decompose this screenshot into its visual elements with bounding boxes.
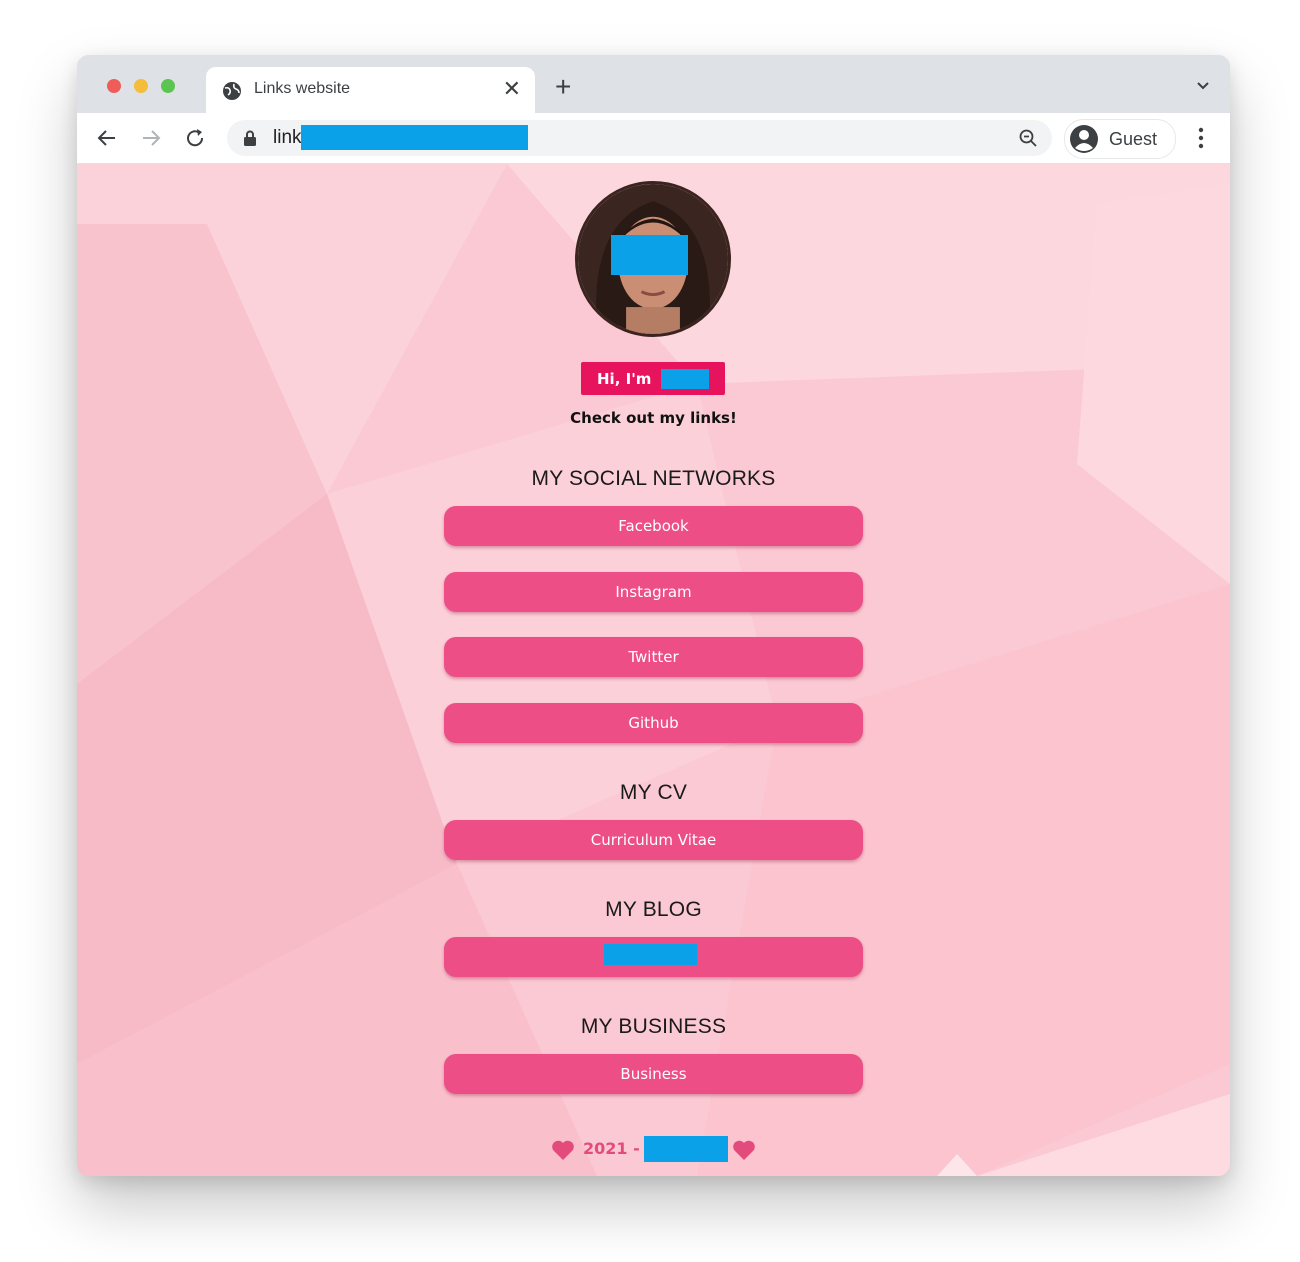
maximize-window-button[interactable] bbox=[161, 79, 175, 93]
url-text: link bbox=[273, 127, 302, 148]
address-bar[interactable]: link bbox=[227, 120, 1052, 156]
more-menu-icon[interactable] bbox=[1198, 127, 1204, 149]
close-tab-icon[interactable]: ✕ bbox=[503, 77, 521, 101]
footer-name-redaction bbox=[644, 1136, 728, 1162]
greeting-text: Hi, I'm bbox=[597, 370, 652, 388]
page-content: Hi, I'm Check out my links! MY SOCIAL NE… bbox=[77, 164, 1230, 1176]
globe-icon bbox=[223, 82, 241, 100]
forward-arrow-icon[interactable] bbox=[140, 127, 162, 149]
profile-button[interactable]: Guest bbox=[1064, 119, 1176, 159]
minimize-window-button[interactable] bbox=[134, 79, 148, 93]
twitter-link-button[interactable]: Twitter bbox=[444, 637, 863, 677]
user-avatar-icon bbox=[1070, 125, 1098, 153]
url-redaction bbox=[301, 125, 528, 150]
new-tab-button[interactable]: + bbox=[555, 73, 571, 101]
browser-toolbar: link Guest bbox=[77, 113, 1230, 164]
heart-icon bbox=[552, 1140, 574, 1160]
zoom-icon[interactable] bbox=[1018, 128, 1038, 148]
footer-year: 2021 - bbox=[583, 1139, 640, 1158]
close-window-button[interactable] bbox=[107, 79, 121, 93]
section-title-blog: MY BLOG bbox=[605, 898, 702, 921]
lock-icon bbox=[244, 130, 256, 146]
tab-title: Links website bbox=[254, 80, 351, 97]
browser-tab[interactable]: Links website ✕ bbox=[206, 67, 535, 113]
business-link-button[interactable]: Business bbox=[444, 1054, 863, 1094]
reload-icon[interactable] bbox=[184, 127, 206, 149]
browser-window: Links website ✕ + link Guest Hi, I'm Che… bbox=[77, 55, 1230, 1176]
instagram-link-button[interactable]: Instagram bbox=[444, 572, 863, 612]
tab-bar: Links website ✕ + bbox=[77, 55, 1230, 113]
page-subtitle: Check out my links! bbox=[570, 409, 737, 427]
profile-label: Guest bbox=[1109, 129, 1158, 149]
github-link-button[interactable]: Github bbox=[444, 703, 863, 743]
section-title-cv: MY CV bbox=[619, 781, 688, 804]
section-title-business: MY BUSINESS bbox=[580, 1015, 727, 1038]
back-arrow-icon[interactable] bbox=[96, 127, 118, 149]
blog-label-redaction bbox=[604, 944, 697, 965]
heart-icon bbox=[733, 1140, 755, 1160]
chevron-down-icon[interactable] bbox=[1196, 81, 1210, 91]
section-title-social: MY SOCIAL NETWORKS bbox=[531, 467, 776, 490]
face-redaction bbox=[611, 235, 688, 275]
cv-link-button[interactable]: Curriculum Vitae bbox=[444, 820, 863, 860]
name-redaction bbox=[661, 369, 709, 389]
greeting-badge: Hi, I'm bbox=[581, 362, 725, 395]
facebook-link-button[interactable]: Facebook bbox=[444, 506, 863, 546]
